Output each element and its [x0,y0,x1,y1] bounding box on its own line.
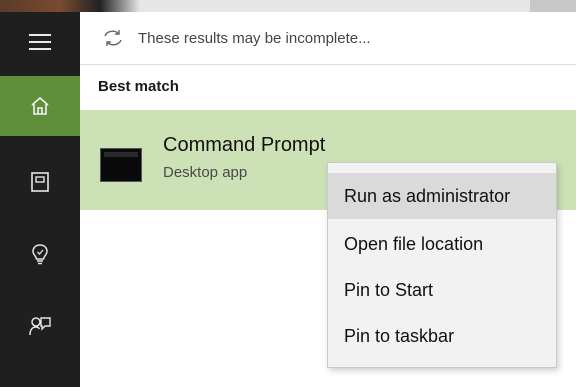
menu-item-pin-to-taskbar[interactable]: Pin to taskbar [328,313,556,359]
hamburger-menu-button[interactable] [0,12,80,72]
menu-item-pin-to-start[interactable]: Pin to Start [328,267,556,313]
result-app-name: Command Prompt [163,134,326,156]
result-app-type: Desktop app [163,164,248,181]
lightbulb-icon [31,243,49,265]
desktop-strip [0,0,576,12]
reminders-button[interactable] [0,224,80,284]
menu-item-open-file-location[interactable]: Open file location [328,221,556,267]
best-match-heading: Best match [98,78,179,95]
command-prompt-icon [100,148,142,182]
feedback-icon [29,315,51,337]
window-edge [530,0,576,12]
home-icon [30,96,50,116]
left-rail [0,12,80,387]
hamburger-menu-icon [29,33,51,51]
refresh-icon [102,28,124,48]
feedback-button[interactable] [0,296,80,356]
notice-text: These results may be incomplete... [138,29,371,47]
home-button[interactable] [0,76,80,136]
context-menu: Run as administrator Open file location … [327,162,557,368]
notebook-icon [31,172,49,192]
menu-item-run-as-administrator[interactable]: Run as administrator [328,173,556,219]
incomplete-results-notice: These results may be incomplete... [80,12,576,65]
notebook-button[interactable] [0,152,80,212]
